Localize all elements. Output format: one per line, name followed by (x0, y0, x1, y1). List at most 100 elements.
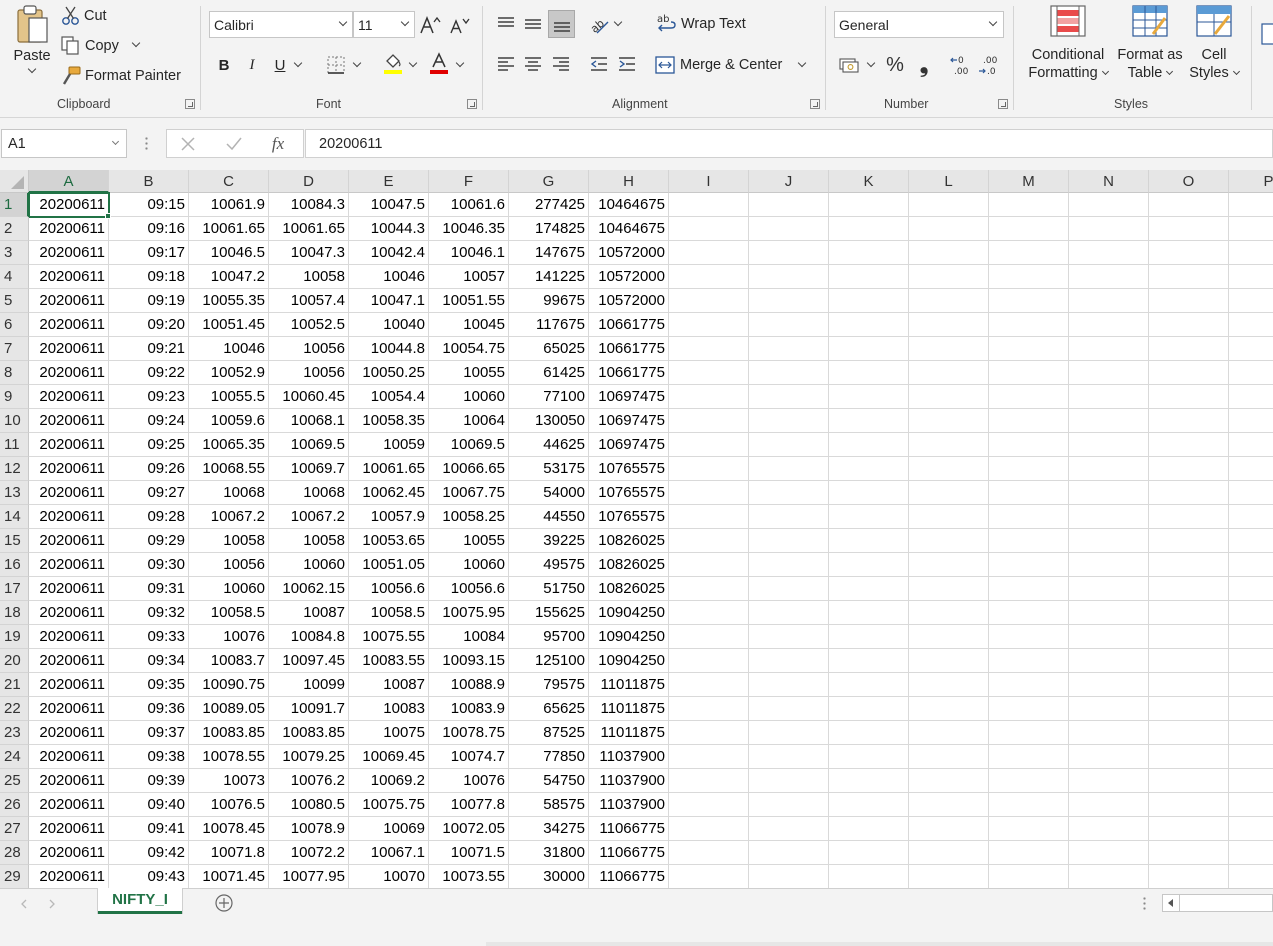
cell-i11[interactable] (669, 433, 749, 457)
cell-b1[interactable]: 09:15 (109, 193, 189, 217)
cell-styles-button[interactable]: Cell Styles (1186, 4, 1242, 90)
row-header[interactable]: 2 (0, 217, 29, 241)
cell-a5[interactable]: 20200611 (29, 289, 109, 313)
cell-f21[interactable]: 10088.9 (429, 673, 509, 697)
cell-m25[interactable] (989, 769, 1069, 793)
cell-p25[interactable] (1229, 769, 1273, 793)
cell-i26[interactable] (669, 793, 749, 817)
align-left-button[interactable] (494, 52, 518, 76)
cell-c2[interactable]: 10061.65 (189, 217, 269, 241)
cell-m6[interactable] (989, 313, 1069, 337)
chevron-down-icon[interactable] (866, 58, 876, 68)
cell-p16[interactable] (1229, 553, 1273, 577)
cell-o14[interactable] (1149, 505, 1229, 529)
cell-n12[interactable] (1069, 457, 1149, 481)
row-header[interactable]: 15 (0, 529, 29, 553)
cell-i4[interactable] (669, 265, 749, 289)
cell-m12[interactable] (989, 457, 1069, 481)
spreadsheet-grid[interactable]: A B C D E F G H I J K L M N O P 1 20200611 09:15 10061.9 100… (0, 170, 1273, 890)
cell-n2[interactable] (1069, 217, 1149, 241)
cell-a17[interactable]: 20200611 (29, 577, 109, 601)
decrease-indent-button[interactable] (587, 52, 611, 76)
insert-cells-button[interactable] (1258, 8, 1273, 68)
cell-l13[interactable] (909, 481, 989, 505)
cell-i9[interactable] (669, 385, 749, 409)
cell-o5[interactable] (1149, 289, 1229, 313)
percent-style-button[interactable]: % (882, 51, 908, 79)
cell-a2[interactable]: 20200611 (29, 217, 109, 241)
cell-e14[interactable]: 10057.9 (349, 505, 429, 529)
fill-handle[interactable] (105, 213, 111, 219)
cell-e22[interactable]: 10083 (349, 697, 429, 721)
underline-button[interactable]: U (268, 52, 292, 78)
cell-e28[interactable]: 10067.1 (349, 841, 429, 865)
column-header-m[interactable]: M (989, 170, 1069, 193)
orientation-button[interactable]: ab (586, 11, 612, 37)
cell-j23[interactable] (749, 721, 829, 745)
cell-l21[interactable] (909, 673, 989, 697)
top-align-button[interactable] (494, 12, 518, 36)
column-header-g[interactable]: G (509, 170, 589, 193)
column-header-b[interactable]: B (109, 170, 189, 193)
cell-h16[interactable]: 10826025 (589, 553, 669, 577)
column-header-e[interactable]: E (349, 170, 429, 193)
cell-c10[interactable]: 10059.6 (189, 409, 269, 433)
cell-o18[interactable] (1149, 601, 1229, 625)
wrap-text-button[interactable]: ab Wrap Text (656, 10, 756, 38)
cell-i5[interactable] (669, 289, 749, 313)
cell-i28[interactable] (669, 841, 749, 865)
cell-g7[interactable]: 65025 (509, 337, 589, 361)
cell-c5[interactable]: 10055.35 (189, 289, 269, 313)
column-header-j[interactable]: J (749, 170, 829, 193)
cell-l10[interactable] (909, 409, 989, 433)
cell-i22[interactable] (669, 697, 749, 721)
cell-l4[interactable] (909, 265, 989, 289)
cell-a6[interactable]: 20200611 (29, 313, 109, 337)
cell-m11[interactable] (989, 433, 1069, 457)
cell-n28[interactable] (1069, 841, 1149, 865)
cell-p3[interactable] (1229, 241, 1273, 265)
cell-c8[interactable]: 10052.9 (189, 361, 269, 385)
cell-p29[interactable] (1229, 865, 1273, 889)
cell-d8[interactable]: 10056 (269, 361, 349, 385)
cell-e12[interactable]: 10061.65 (349, 457, 429, 481)
cell-g18[interactable]: 155625 (509, 601, 589, 625)
decrease-decimal-button[interactable]: .00.0 (976, 51, 1002, 79)
cell-j12[interactable] (749, 457, 829, 481)
cell-p28[interactable] (1229, 841, 1273, 865)
cell-b3[interactable]: 09:17 (109, 241, 189, 265)
cell-k19[interactable] (829, 625, 909, 649)
cell-f11[interactable]: 10069.5 (429, 433, 509, 457)
cell-d5[interactable]: 10057.4 (269, 289, 349, 313)
font-color-button[interactable] (426, 50, 452, 78)
cell-c17[interactable]: 10060 (189, 577, 269, 601)
cell-k13[interactable] (829, 481, 909, 505)
cell-d18[interactable]: 10087 (269, 601, 349, 625)
cell-d26[interactable]: 10080.5 (269, 793, 349, 817)
cell-i21[interactable] (669, 673, 749, 697)
cell-f25[interactable]: 10076 (429, 769, 509, 793)
cell-c25[interactable]: 10073 (189, 769, 269, 793)
cell-g24[interactable]: 77850 (509, 745, 589, 769)
column-header-o[interactable]: O (1149, 170, 1229, 193)
column-header-f[interactable]: F (429, 170, 509, 193)
increase-indent-button[interactable] (615, 52, 639, 76)
cell-i6[interactable] (669, 313, 749, 337)
align-right-button[interactable] (549, 52, 573, 76)
row-header[interactable]: 4 (0, 265, 29, 289)
cell-o29[interactable] (1149, 865, 1229, 889)
cell-m8[interactable] (989, 361, 1069, 385)
cell-m24[interactable] (989, 745, 1069, 769)
cell-a20[interactable]: 20200611 (29, 649, 109, 673)
cell-i16[interactable] (669, 553, 749, 577)
cell-l20[interactable] (909, 649, 989, 673)
cell-f16[interactable]: 10060 (429, 553, 509, 577)
cell-c7[interactable]: 10046 (189, 337, 269, 361)
cell-o27[interactable] (1149, 817, 1229, 841)
cell-o28[interactable] (1149, 841, 1229, 865)
cell-b14[interactable]: 09:28 (109, 505, 189, 529)
cell-h21[interactable]: 11011875 (589, 673, 669, 697)
cell-g11[interactable]: 44625 (509, 433, 589, 457)
cell-b5[interactable]: 09:19 (109, 289, 189, 313)
cell-n26[interactable] (1069, 793, 1149, 817)
